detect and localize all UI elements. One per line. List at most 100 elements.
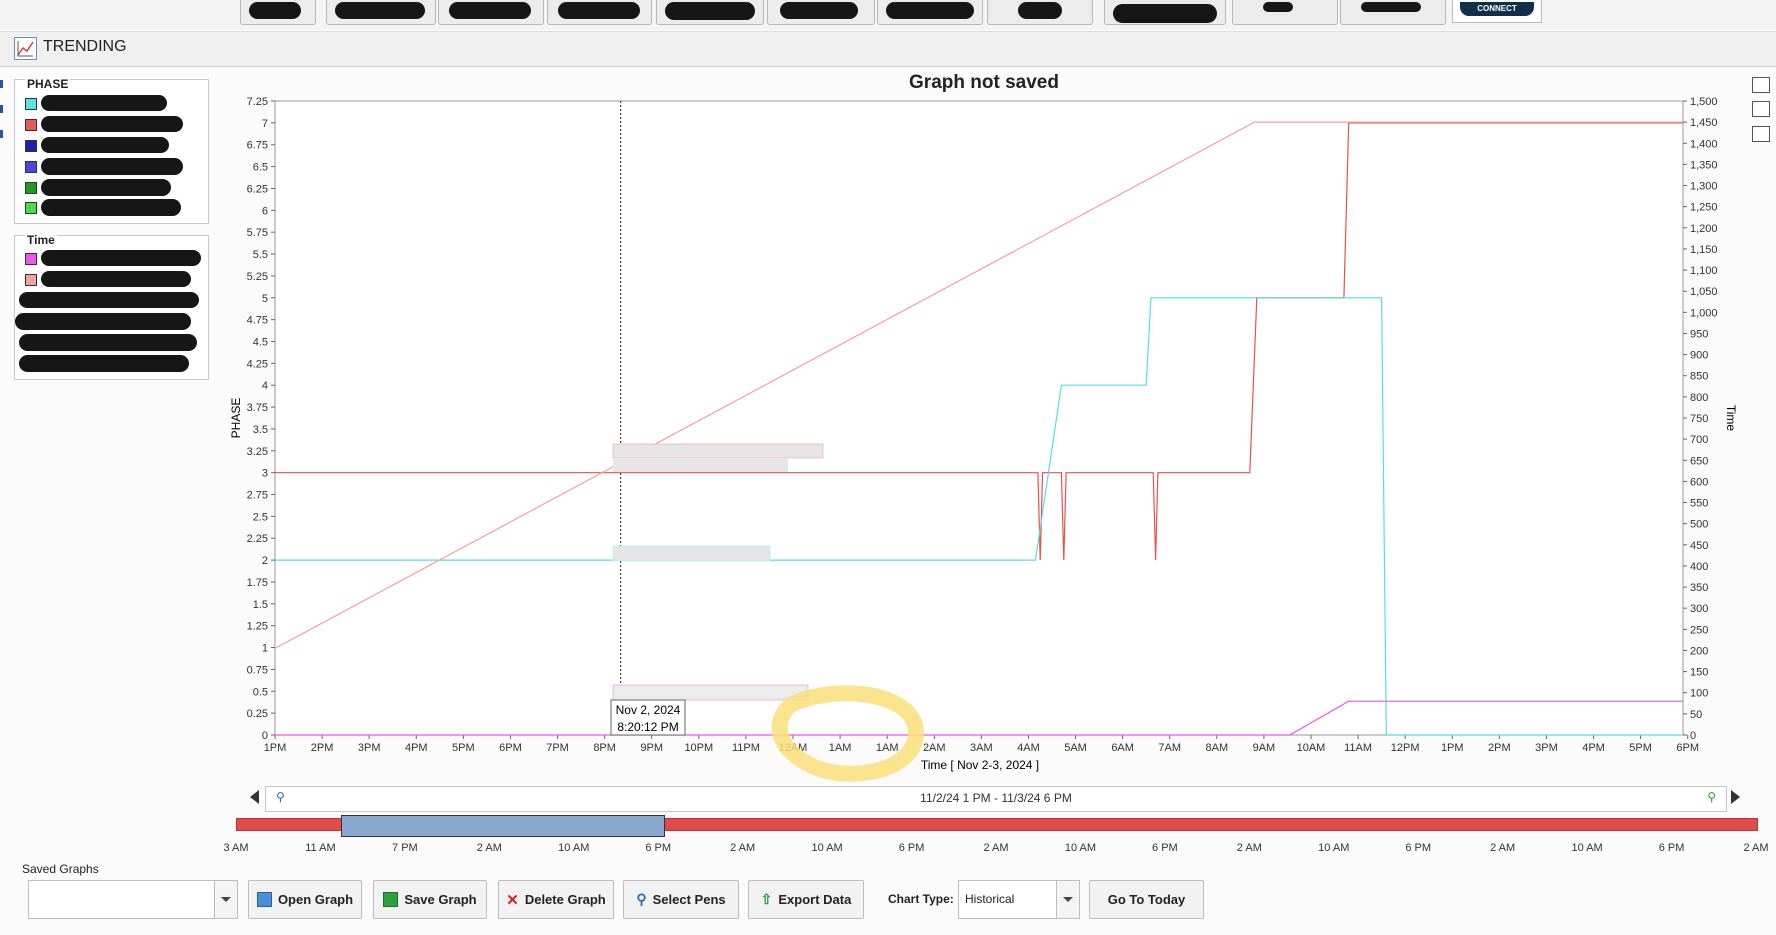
- saved-graphs-select[interactable]: [28, 880, 238, 919]
- y-left-tick-label: 5.5: [253, 249, 268, 261]
- overview-tick-label: 2 AM: [476, 842, 502, 854]
- overview-tick-label: 6 PM: [1152, 842, 1178, 854]
- overview-tick-label: 6 PM: [898, 842, 925, 854]
- y-right-tick-label: 450: [1690, 540, 1708, 552]
- save-graph-button[interactable]: Save Graph: [373, 880, 487, 919]
- zoom-in-icon[interactable]: ⚲: [1707, 790, 1716, 804]
- x-tick-label: 6AM: [1111, 742, 1134, 754]
- x-tick-label: 4PM: [1582, 742, 1605, 754]
- overview-tick-label: 11 AM: [305, 842, 336, 854]
- y-right-tick-label: 1,200: [1690, 223, 1718, 235]
- y-axis-right: 0 50 100 150 200 250 300 350 400 450 500 550 600 650 7…: [1683, 96, 1718, 742]
- overview-selection[interactable]: [340, 815, 666, 837]
- y-right-tick-label: 1,400: [1690, 138, 1718, 150]
- redacted-value-box: [612, 684, 809, 701]
- overview-tick-label: 2 AM: [1236, 842, 1262, 854]
- x-tick-label: 3PM: [358, 742, 381, 754]
- cursor-date: Nov 2, 2024: [616, 703, 681, 717]
- y-right-tick-label: 1,350: [1690, 159, 1718, 171]
- overview-tick-label: 10 AM: [1571, 842, 1603, 854]
- x-tick-label: 6PM: [1676, 742, 1699, 754]
- y-left-tick-label: 2.5: [253, 511, 268, 523]
- delete-graph-label: Delete Graph: [524, 892, 606, 907]
- y-left-tick-label: 1.25: [247, 621, 268, 633]
- chart-type-value: Historical: [965, 892, 1015, 906]
- y-right-tick-label: 150: [1690, 667, 1708, 679]
- save-graph-label: Save Graph: [404, 892, 477, 907]
- x-tick-label: 10PM: [684, 742, 713, 754]
- go-to-today-button[interactable]: Go To Today: [1089, 880, 1204, 919]
- overview-tick-label: 2 AM: [1490, 842, 1516, 854]
- y-left-tick-label: 3: [262, 468, 268, 480]
- y-left-tick-label: 6: [262, 205, 268, 217]
- y-right-tick-label: 1,100: [1690, 265, 1718, 277]
- trend-chart[interactable]: 0 0.25 0.5 0.75 1 1.25 1.5 1.75 2 2.25 2.5 2.75 3 3.2…: [0, 0, 1776, 790]
- y-left-tick-label: 6.25: [247, 183, 268, 195]
- go-to-today-label: Go To Today: [1107, 892, 1186, 907]
- overview-tick-label: 6 PM: [1405, 842, 1432, 854]
- open-graph-button[interactable]: Open Graph: [248, 880, 362, 919]
- export-data-button[interactable]: ⇧ Export Data: [748, 880, 864, 919]
- delete-graph-button[interactable]: ✕ Delete Graph: [498, 880, 614, 919]
- y-left-tick-label: 3.25: [247, 446, 268, 458]
- y-left-tick-label: 2.75: [247, 490, 268, 502]
- y-right-tick-label: 1,500: [1690, 96, 1718, 108]
- y-right-tick-label: 250: [1690, 624, 1708, 636]
- overview-tick-label: 7 PM: [392, 842, 418, 854]
- y-right-tick-label: 1,050: [1690, 286, 1718, 298]
- y-right-tick-label: 550: [1690, 498, 1708, 510]
- y-right-tick-label: 100: [1690, 688, 1708, 700]
- x-tick-label: 1PM: [264, 742, 287, 754]
- x-tick-label: 2AM: [923, 742, 946, 754]
- y-right-label: Time: [1724, 405, 1738, 432]
- x-tick-label: 11PM: [732, 742, 760, 754]
- y-left-tick-label: 3.5: [253, 424, 268, 436]
- y-axis-left: 0 0.25 0.5 0.75 1 1.25 1.5 1.75 2 2.25 2.5 2.75 3 3.2…: [247, 96, 275, 742]
- y-right-tick-label: 600: [1690, 476, 1708, 488]
- y-right-tick-label: 850: [1690, 371, 1708, 383]
- y-left-tick-label: 2.25: [247, 533, 268, 545]
- close-icon: ✕: [506, 891, 519, 909]
- y-right-tick-label: 50: [1690, 709, 1702, 721]
- x-axis: 1PM 2PM 3PM 4PM 5PM 6PM 7PM 8PM 9PM 10PM 11PM 12AM 1…: [264, 735, 1699, 754]
- y-right-tick-label: 1,300: [1690, 181, 1718, 193]
- x-tick-label: 3PM: [1535, 742, 1558, 754]
- overview-tick-label: 10 AM: [558, 842, 590, 854]
- x-tick-label: 7PM: [546, 742, 569, 754]
- overview-tick-label: 6 PM: [1658, 842, 1685, 854]
- redacted-value-box: [612, 545, 771, 562]
- range-bar[interactable]: ⚲ 11/2/24 1 PM - 11/3/24 6 PM ⚲: [265, 786, 1727, 812]
- prev-range-arrow[interactable]: [250, 790, 259, 804]
- overview-tick-label: 6 PM: [645, 842, 672, 854]
- x-tick-label: 4AM: [1017, 742, 1040, 754]
- y-right-tick-label: 1,250: [1690, 202, 1718, 214]
- select-pens-button[interactable]: ⚲ Select Pens: [623, 880, 739, 919]
- x-tick-label: 8AM: [1205, 742, 1228, 754]
- y-left-tick-label: 2: [262, 555, 268, 567]
- saved-graphs-label: Saved Graphs: [22, 862, 99, 876]
- chevron-down-icon[interactable]: [214, 881, 237, 918]
- y-left-tick-label: 5.25: [247, 271, 268, 283]
- x-axis-label: Time [ Nov 2-3, 2024 ]: [921, 758, 1039, 772]
- y-left-tick-label: 0.5: [253, 686, 268, 698]
- y-right-tick-label: 900: [1690, 350, 1708, 362]
- chart-type-select[interactable]: Historical: [958, 880, 1080, 919]
- next-range-arrow[interactable]: [1731, 790, 1740, 804]
- plot-area[interactable]: [274, 100, 1684, 736]
- y-left-tick-label: 5: [262, 293, 268, 305]
- overview-tick-label: 2 AM: [983, 842, 1009, 854]
- y-right-tick-label: 800: [1690, 392, 1708, 404]
- chevron-down-icon[interactable]: [1056, 881, 1079, 918]
- y-right-tick-label: 500: [1690, 519, 1708, 531]
- select-pens-label: Select Pens: [652, 892, 726, 907]
- y-right-tick-label: 1,000: [1690, 307, 1718, 319]
- y-left-tick-label: 5.75: [247, 227, 268, 239]
- redacted-value-box: [613, 458, 788, 472]
- y-right-tick-label: 750: [1690, 413, 1708, 425]
- x-tick-label: 1PM: [1441, 742, 1464, 754]
- arrow-up-icon: ⇧: [760, 891, 773, 907]
- x-tick-label: 1AM: [876, 742, 899, 754]
- x-tick-label: 7AM: [1158, 742, 1181, 754]
- x-tick-label: 9PM: [640, 742, 663, 754]
- y-left-tick-label: 1.75: [247, 577, 268, 589]
